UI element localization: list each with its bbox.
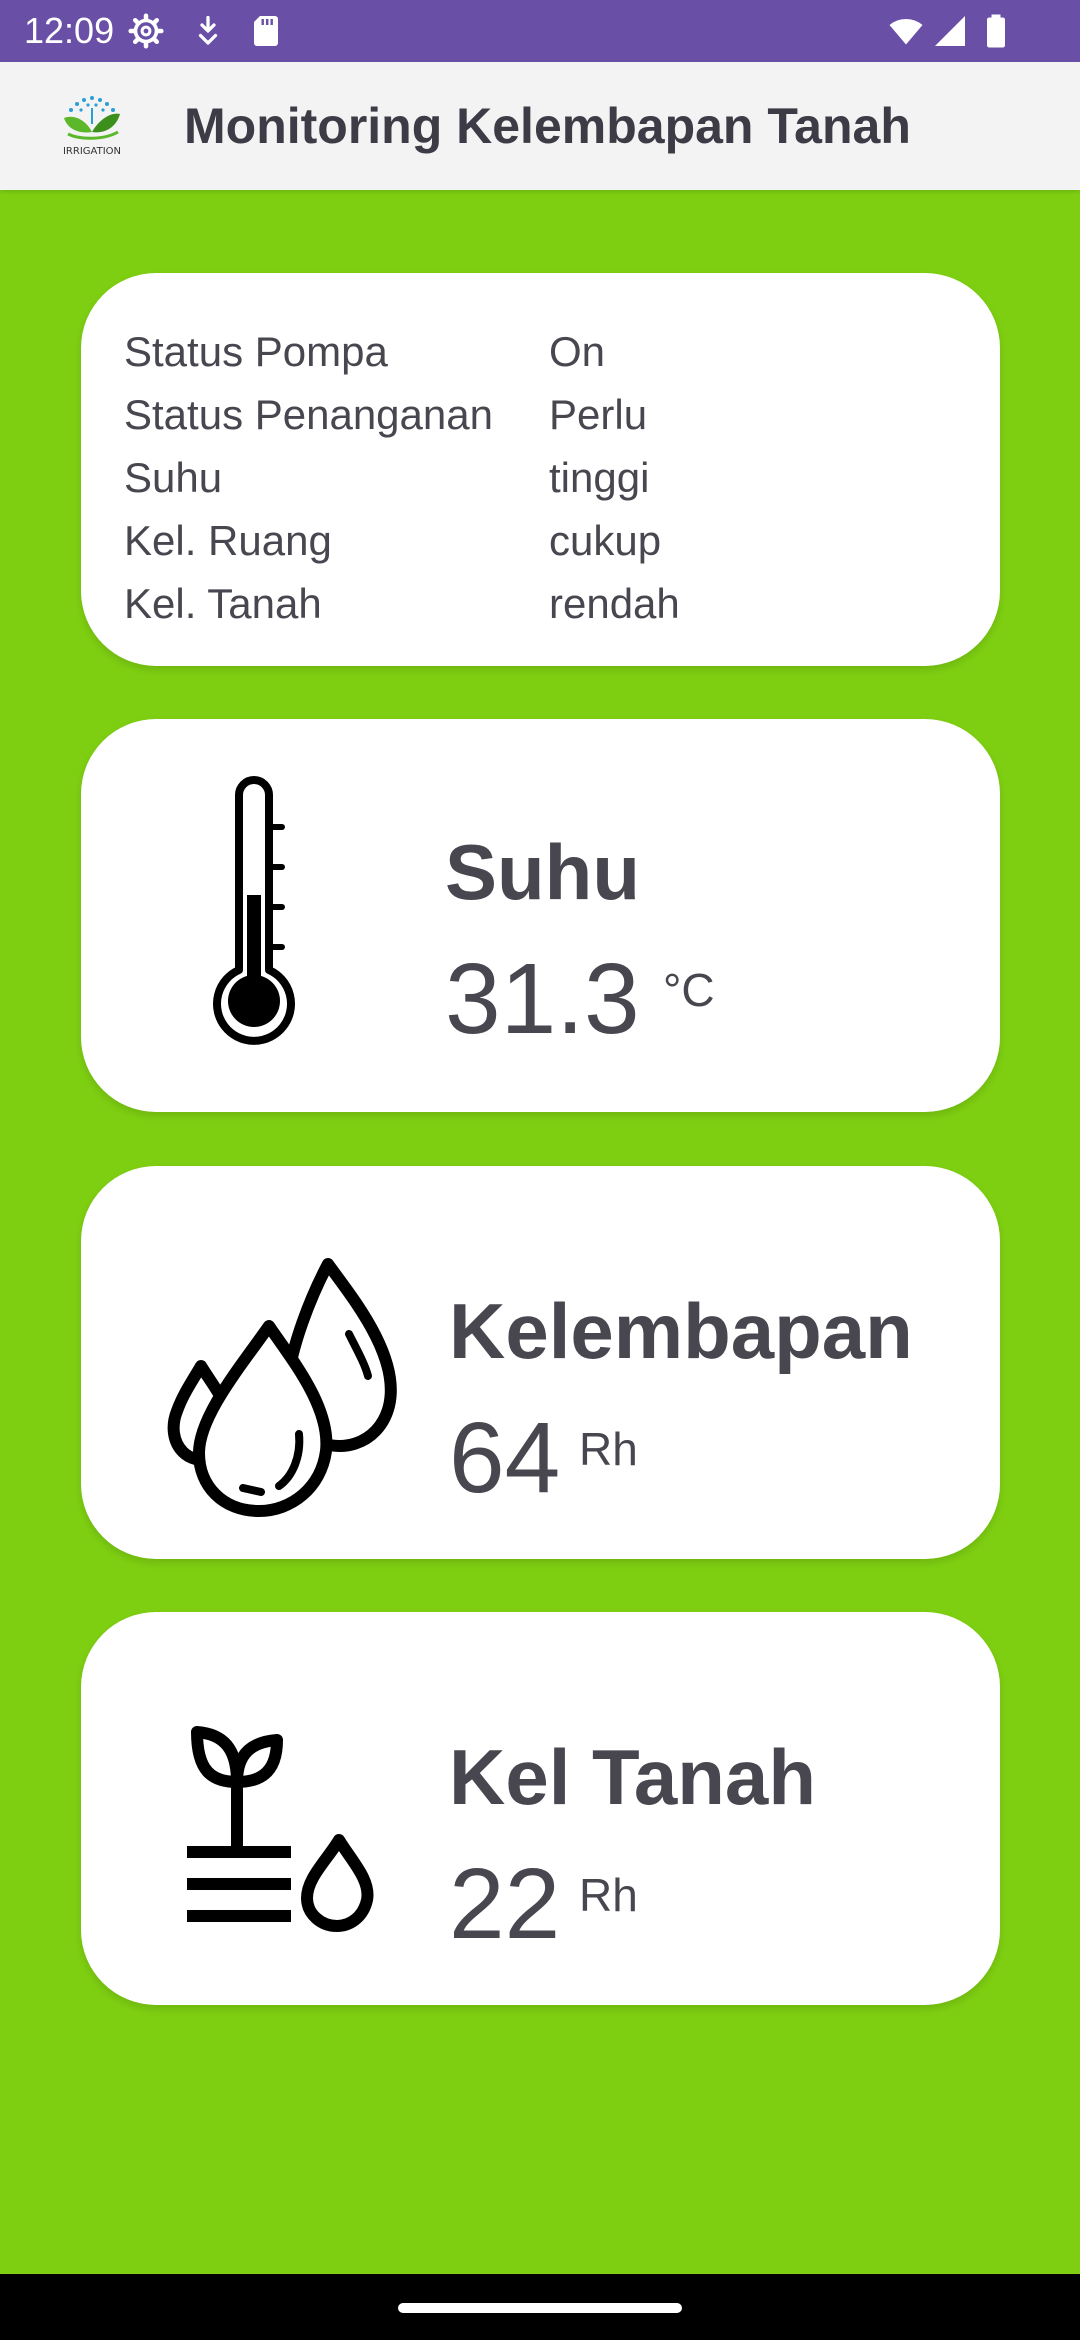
sd-card-icon bbox=[254, 16, 278, 46]
download-icon bbox=[198, 15, 218, 45]
status-value: On bbox=[549, 328, 606, 375]
settings-icon bbox=[128, 13, 164, 49]
status-label: Status Penanganan bbox=[124, 391, 493, 438]
status-row-kel-ruang: Kel. Ruang cukup bbox=[124, 509, 944, 572]
status-table: Status Pompa On Status Penanganan Perlu … bbox=[124, 320, 944, 635]
status-label: Kel. Tanah bbox=[124, 580, 322, 627]
irrigation-logo-icon: IRRIGATION bbox=[63, 96, 121, 157]
app-screen: 12:09 IRRIGATION Monitoring Kelembapan T… bbox=[0, 0, 1080, 2340]
app-title: Monitoring Kelembapan Tanah bbox=[184, 98, 911, 154]
kel-tanah-title: Kel Tanah bbox=[449, 1733, 816, 1821]
system-status-bar: 12:09 bbox=[0, 0, 1080, 62]
status-value: cukup bbox=[549, 517, 662, 564]
system-navigation-bar bbox=[0, 2274, 1080, 2340]
kel-tanah-value: 22 bbox=[449, 1848, 561, 1960]
status-value: tinggi bbox=[549, 454, 650, 501]
app-bar: IRRIGATION Monitoring Kelembapan Tanah bbox=[0, 62, 1080, 190]
suhu-card: Suhu 31.3 °C bbox=[81, 719, 1000, 1112]
status-label: Suhu bbox=[124, 454, 223, 501]
status-time: 12:09 bbox=[24, 10, 115, 51]
thermometer-icon bbox=[213, 776, 295, 1045]
kelembapan-title: Kelembapan bbox=[449, 1287, 913, 1375]
kel-tanah-card: Kel Tanah 22 Rh bbox=[81, 1612, 1000, 2005]
status-row-pompa: Status Pompa On bbox=[124, 320, 944, 383]
suhu-value: 31.3 bbox=[445, 943, 640, 1055]
status-row-penanganan: Status Penanganan Perlu bbox=[124, 383, 944, 446]
battery-icon bbox=[987, 14, 1005, 48]
status-summary-card: Status Pompa On Status Penanganan Perlu … bbox=[81, 273, 1000, 666]
soil-moisture-icon bbox=[187, 1726, 374, 1932]
status-row-suhu: Suhu tinggi bbox=[124, 446, 944, 509]
logo-text: IRRIGATION bbox=[63, 146, 121, 157]
kelembapan-unit: Rh bbox=[579, 1423, 638, 1475]
wifi-icon bbox=[889, 18, 923, 45]
suhu-title: Suhu bbox=[445, 828, 640, 916]
kelembapan-card: Kelembapan 64 Rh bbox=[81, 1166, 1000, 1559]
status-value: rendah bbox=[549, 580, 680, 627]
signal-icon bbox=[935, 16, 965, 46]
status-label: Kel. Ruang bbox=[124, 517, 332, 564]
suhu-unit: °C bbox=[663, 964, 715, 1016]
water-drops-icon bbox=[167, 1258, 397, 1517]
status-label: Status Pompa bbox=[124, 328, 388, 375]
kelembapan-value: 64 bbox=[449, 1402, 561, 1514]
status-value: Perlu bbox=[549, 391, 648, 438]
kel-tanah-unit: Rh bbox=[579, 1869, 638, 1921]
home-gesture-handle[interactable] bbox=[398, 2303, 682, 2313]
status-row-kel-tanah: Kel. Tanah rendah bbox=[124, 572, 944, 635]
